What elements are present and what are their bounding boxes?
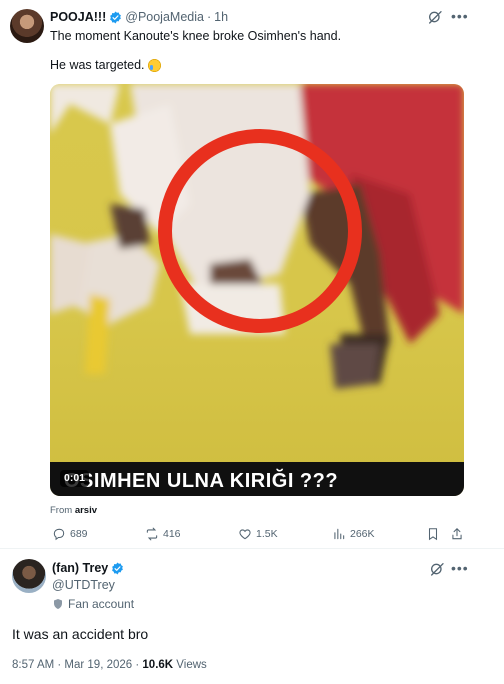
fan-account-label: Fan account	[52, 597, 134, 611]
repost-button[interactable]: 416	[145, 527, 181, 541]
more-options-icon[interactable]: •••	[451, 560, 469, 576]
crying-emoji-icon	[147, 59, 161, 72]
post-text: The moment Kanoute's knee broke Osimhen'…	[50, 29, 342, 43]
shield-icon	[54, 599, 62, 609]
quoted-post[interactable]: POOJA!!! @PoojaMedia · 1h ••• The moment…	[0, 0, 504, 548]
from-source[interactable]: arsiv	[75, 505, 97, 516]
grok-icon[interactable]	[427, 9, 443, 25]
action-bar: 689 416 1.5K 266K	[50, 527, 464, 543]
main-post-text: It was an accident bro	[12, 626, 149, 642]
like-count: 1.5K	[256, 528, 278, 540]
from-label: From	[50, 505, 73, 516]
repost-icon	[146, 527, 158, 541]
post-time[interactable]: 1h	[214, 10, 228, 24]
grok-icon[interactable]	[429, 561, 445, 577]
views-chart-icon	[334, 528, 345, 540]
reply-icon	[53, 528, 65, 541]
reply-count: 689	[70, 528, 88, 540]
views-button[interactable]: 266K	[332, 527, 375, 541]
views-count: 266K	[350, 528, 375, 540]
post-text-line2: He was targeted.	[50, 58, 161, 73]
more-options-icon[interactable]: •••	[451, 8, 469, 24]
author-name-main[interactable]: (fan) Trey	[52, 561, 108, 575]
main-author[interactable]: (fan) Trey	[52, 561, 127, 575]
author-name[interactable]: POOJA!!!	[50, 10, 106, 24]
video-player[interactable]	[50, 84, 464, 496]
media-source[interactable]: From arsiv	[50, 505, 97, 516]
post-meta: 8:57 AM · Mar 19, 2026 · 10.6K Views	[12, 659, 207, 671]
video-duration: 0:01	[60, 470, 90, 487]
author-handle[interactable]: @PoojaMedia	[125, 10, 204, 24]
verified-badge-icon	[112, 562, 124, 574]
divider	[0, 548, 504, 549]
separator-dot: ·	[206, 10, 212, 24]
share-icon[interactable]	[450, 527, 464, 541]
video-frame	[50, 84, 464, 496]
repost-count: 416	[163, 528, 181, 540]
view-count: 10.6K	[142, 659, 174, 671]
fan-account-text: Fan account	[68, 597, 135, 611]
views-label: Views	[176, 659, 207, 671]
video-caption: OSIMHEN ULNA KIRIĞI ???	[64, 470, 339, 492]
post-header: POOJA!!! @PoojaMedia · 1h	[50, 9, 228, 25]
heart-icon	[239, 529, 251, 540]
bookmark-icon[interactable]	[426, 527, 440, 541]
avatar-main[interactable]	[12, 559, 46, 593]
post-text-2: He was targeted.	[50, 58, 145, 72]
post-timestamp[interactable]: 8:57 AM · Mar 19, 2026 ·	[12, 659, 142, 671]
avatar[interactable]	[10, 9, 44, 43]
verified-badge-icon	[110, 11, 122, 23]
like-button[interactable]: 1.5K	[238, 527, 278, 541]
reply-button[interactable]: 689	[52, 527, 88, 541]
author-handle-main[interactable]: @UTDTrey	[52, 578, 115, 592]
